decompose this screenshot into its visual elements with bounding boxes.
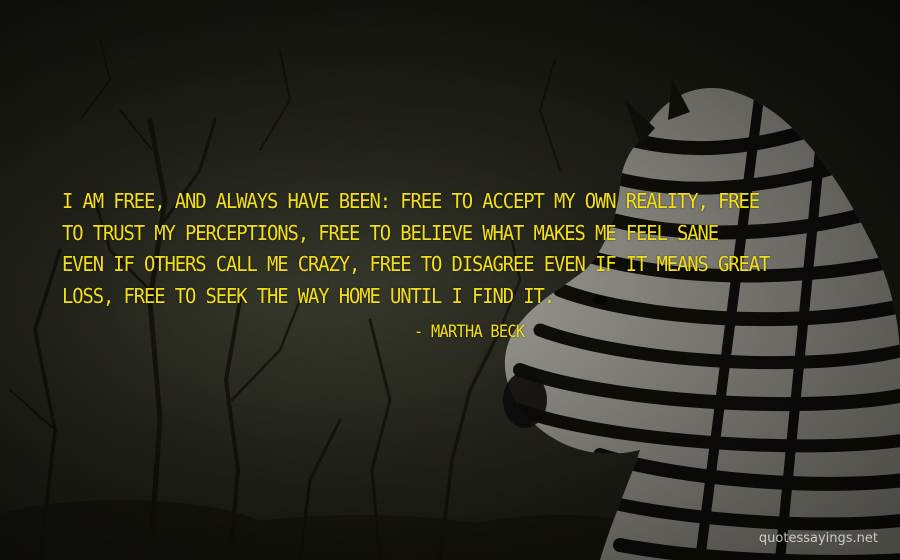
quote-image: I AM FREE, AND ALWAYS HAVE BEEN: FREE TO… (0, 0, 900, 560)
quote-line: EVEN IF OTHERS CALL ME CRAZY, FREE TO DI… (62, 252, 770, 276)
quote-line: TO TRUST MY PERCEPTIONS, FREE TO BELIEVE… (62, 220, 719, 245)
quote-author: - MARTHA BECK (414, 322, 525, 342)
quote-line: I AM FREE, AND ALWAYS HAVE BEEN: FREE TO… (62, 189, 760, 213)
quote-line: LOSS, FREE TO SEEK THE WAY HOME UNTIL I … (62, 283, 555, 308)
site-watermark: quotessayings.net (758, 531, 878, 546)
quote-text: I AM FREE, AND ALWAYS HAVE BEEN: FREE TO… (62, 186, 842, 312)
